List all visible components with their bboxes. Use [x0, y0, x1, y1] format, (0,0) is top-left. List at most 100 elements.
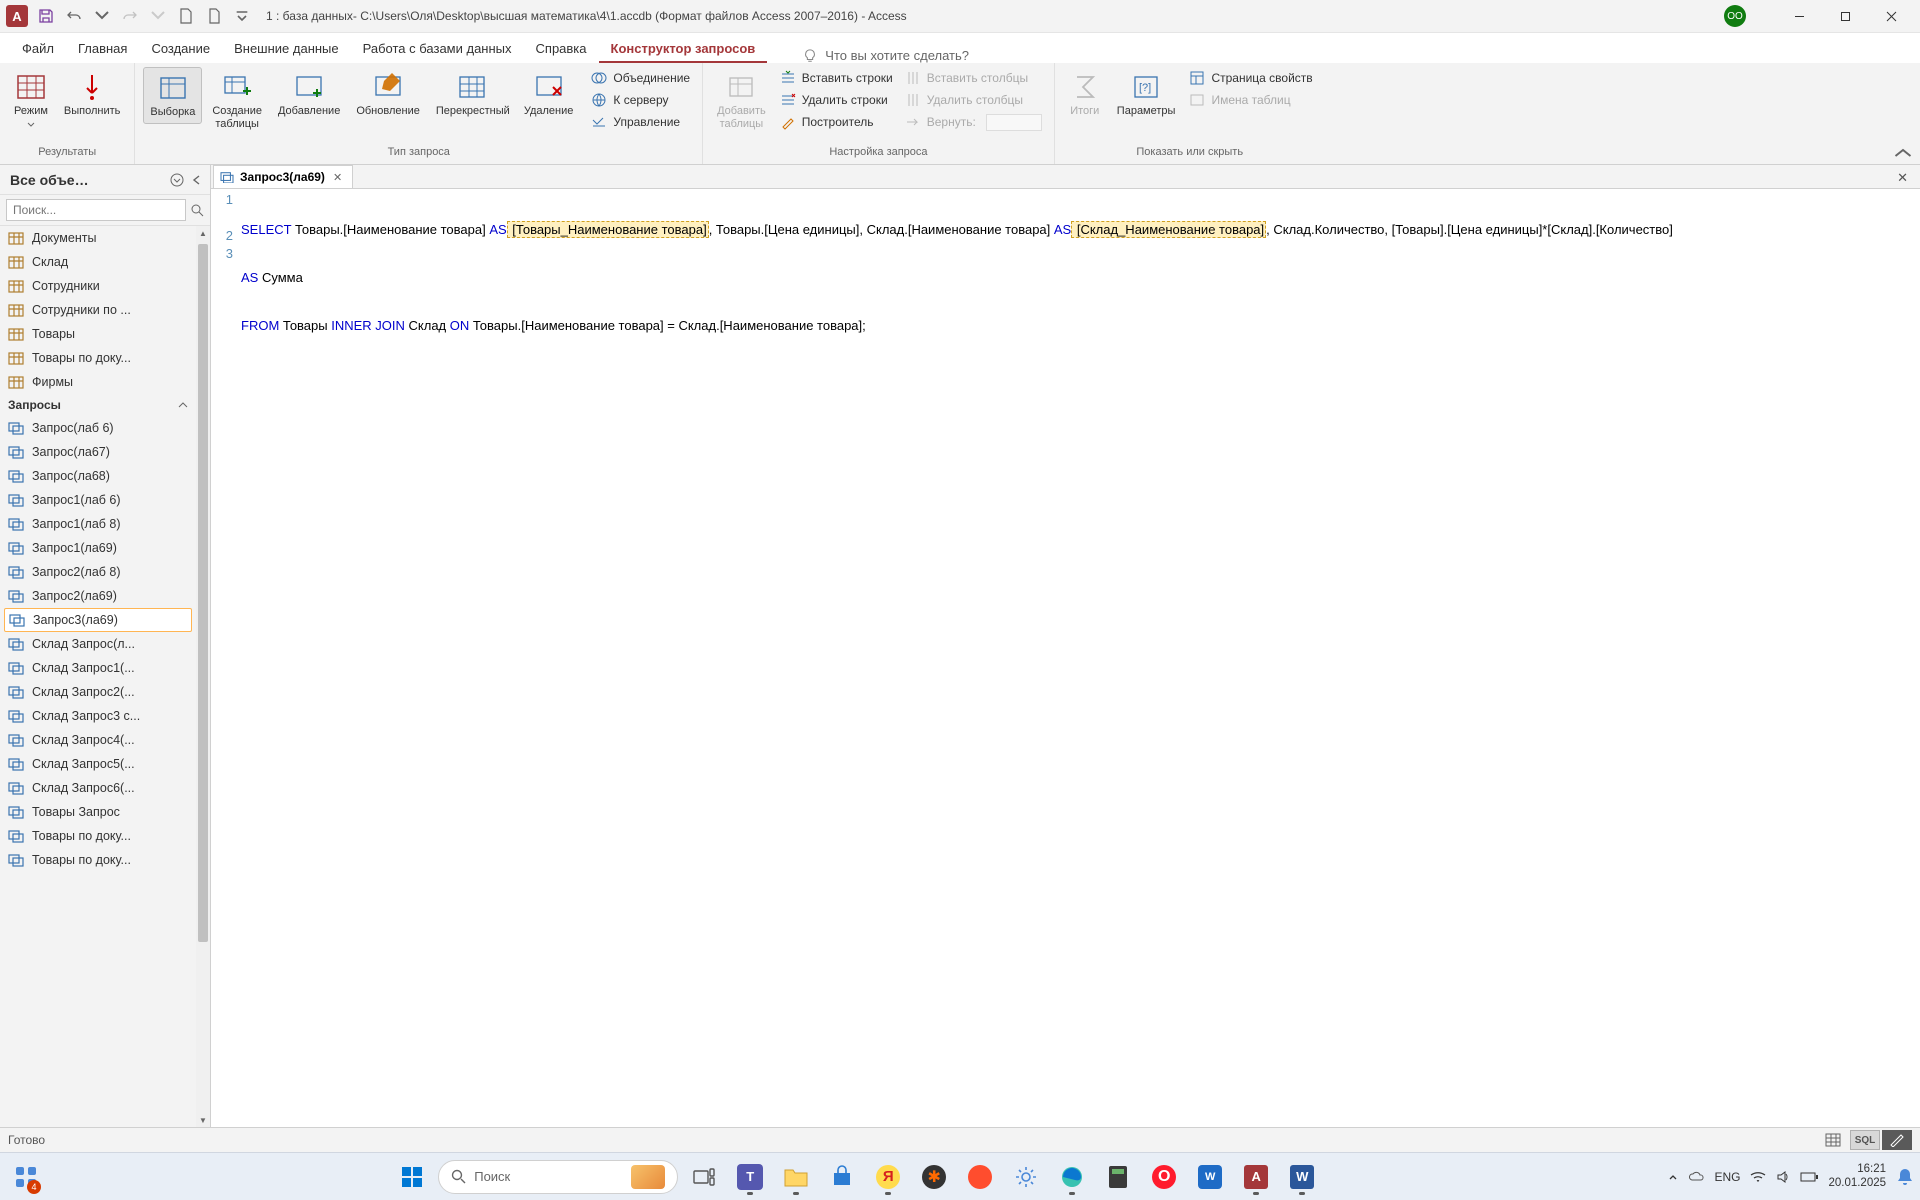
design-view-button[interactable] — [1882, 1130, 1912, 1150]
tb-app1[interactable]: ✱ — [914, 1157, 954, 1197]
nav-query-item[interactable]: Склад Запрос5(... — [0, 752, 196, 776]
qat-doc-icon[interactable] — [172, 2, 200, 30]
sql-editor[interactable]: 123 SELECT Товары.[Наименование товара] … — [211, 189, 1920, 1127]
search-icon[interactable] — [190, 203, 204, 217]
nav-query-item[interactable]: Склад Запрос3 с... — [0, 704, 196, 728]
nav-query-item[interactable]: Запрос1(ла69) — [0, 536, 196, 560]
taskbar-search[interactable]: Поиск — [438, 1160, 678, 1194]
close-button[interactable] — [1868, 1, 1914, 31]
start-button[interactable] — [392, 1157, 432, 1197]
delete-button[interactable]: Удаление — [518, 67, 580, 122]
tb-word[interactable]: W — [1282, 1157, 1322, 1197]
tb-store[interactable] — [822, 1157, 862, 1197]
nav-table-item[interactable]: Документы — [0, 226, 196, 250]
crosstab-button[interactable]: Перекрестный — [430, 67, 514, 122]
maketable-button[interactable]: Создание таблицы — [206, 67, 268, 135]
nav-query-item[interactable]: Склад Запрос1(... — [0, 656, 196, 680]
redo-icon[interactable] — [116, 2, 144, 30]
qat-page-icon[interactable] — [200, 2, 228, 30]
scroll-up-icon[interactable]: ▲ — [196, 226, 210, 240]
union-button[interactable]: Объединение — [587, 67, 694, 89]
nav-table-item[interactable]: Товары — [0, 322, 196, 346]
nav-scrollbar[interactable]: ▲ ▼ — [196, 226, 210, 1127]
nav-query-item[interactable]: Запрос2(ла69) — [0, 584, 196, 608]
tab-home[interactable]: Главная — [66, 35, 139, 63]
tb-teams[interactable]: T — [730, 1157, 770, 1197]
save-icon[interactable] — [32, 2, 60, 30]
nav-query-item[interactable]: Товары по доку... — [0, 824, 196, 848]
datasheet-view-button[interactable] — [1818, 1130, 1848, 1150]
nav-query-item[interactable]: Склад Запрос4(... — [0, 728, 196, 752]
nav-query-item[interactable]: Склад Запрос(л... — [0, 632, 196, 656]
tab-help[interactable]: Справка — [524, 35, 599, 63]
tray-chevron-icon[interactable] — [1668, 1172, 1678, 1182]
user-avatar[interactable]: ОО — [1724, 5, 1746, 27]
shutter-icon[interactable] — [190, 173, 204, 187]
minimize-button[interactable] — [1776, 1, 1822, 31]
wifi-icon[interactable] — [1750, 1170, 1766, 1184]
nav-table-item[interactable]: Фирмы — [0, 370, 196, 394]
collapse-ribbon-icon[interactable] — [1894, 146, 1912, 160]
nav-query-item[interactable]: Товары Запрос — [0, 800, 196, 824]
undo-icon[interactable] — [60, 2, 88, 30]
nav-table-item[interactable]: Товары по доку... — [0, 346, 196, 370]
tell-me-search[interactable]: Что вы хотите сделать? — [803, 48, 969, 63]
redo-more-icon[interactable] — [144, 2, 172, 30]
tb-opera[interactable]: O — [1144, 1157, 1184, 1197]
tab-create[interactable]: Создание — [139, 35, 222, 63]
taskview-button[interactable] — [684, 1157, 724, 1197]
passthrough-button[interactable]: К серверу — [587, 89, 694, 111]
nav-query-item[interactable]: Запрос(ла68) — [0, 464, 196, 488]
close-all-icon[interactable]: ✕ — [1891, 168, 1914, 188]
sql-view-button[interactable]: SQL — [1850, 1130, 1880, 1150]
run-button[interactable]: Выполнить — [58, 67, 126, 122]
language-indicator[interactable]: ENG — [1714, 1170, 1740, 1184]
nav-query-item[interactable]: Склад Запрос2(... — [0, 680, 196, 704]
tab-dbtools[interactable]: Работа с базами данных — [351, 35, 524, 63]
volume-icon[interactable] — [1776, 1170, 1790, 1184]
select-query-button[interactable]: Выборка — [143, 67, 202, 124]
tb-calc[interactable] — [1098, 1157, 1138, 1197]
nav-group-queries[interactable]: Запросы — [0, 394, 196, 416]
tb-pdf[interactable]: W — [1190, 1157, 1230, 1197]
dropdown-icon[interactable] — [170, 173, 184, 187]
params-button[interactable]: [?]Параметры — [1111, 67, 1182, 122]
nav-query-item[interactable]: Запрос1(лаб 6) — [0, 488, 196, 512]
delete-rows-button[interactable]: Удалить строки — [776, 89, 897, 111]
battery-icon[interactable] — [1800, 1171, 1818, 1183]
nav-query-item[interactable]: Склад Запрос6(... — [0, 776, 196, 800]
tb-settings[interactable] — [1006, 1157, 1046, 1197]
nav-query-item[interactable]: Запрос(ла67) — [0, 440, 196, 464]
tab-query-design[interactable]: Конструктор запросов — [599, 35, 768, 63]
tb-edge[interactable] — [1052, 1157, 1092, 1197]
append-button[interactable]: Добавление — [272, 67, 346, 122]
tb-explorer[interactable] — [776, 1157, 816, 1197]
clock[interactable]: 16:2120.01.2025 — [1828, 1163, 1886, 1191]
nav-table-item[interactable]: Сотрудники по ... — [0, 298, 196, 322]
sql-code[interactable]: SELECT Товары.[Наименование товара] AS [… — [241, 189, 1920, 1127]
tab-file[interactable]: Файл — [10, 35, 66, 63]
builder-button[interactable]: Построитель — [776, 111, 897, 133]
view-button[interactable]: Режим — [8, 67, 54, 135]
scroll-down-icon[interactable]: ▼ — [196, 1113, 210, 1127]
nav-table-item[interactable]: Сотрудники — [0, 274, 196, 298]
navpane-header[interactable]: Все объе… — [0, 165, 210, 195]
document-tab[interactable]: Запрос3(ла69) ✕ — [213, 165, 353, 188]
insert-rows-button[interactable]: Вставить строки — [776, 67, 897, 89]
tb-access[interactable]: A — [1236, 1157, 1276, 1197]
tb-app2[interactable] — [960, 1157, 1000, 1197]
tab-external[interactable]: Внешние данные — [222, 35, 351, 63]
nav-query-item[interactable]: Запрос(лаб 6) — [0, 416, 196, 440]
tb-yandex[interactable]: Я — [868, 1157, 908, 1197]
widgets-button[interactable]: 4 — [6, 1157, 46, 1197]
nav-query-item[interactable]: Запрос1(лаб 8) — [0, 512, 196, 536]
undo-more-icon[interactable] — [88, 2, 116, 30]
tab-close-icon[interactable]: ✕ — [331, 171, 344, 184]
nav-query-item[interactable]: Запрос2(лаб 8) — [0, 560, 196, 584]
nav-query-item[interactable]: Запрос3(ла69) — [4, 608, 192, 632]
propsheet-button[interactable]: Страница свойств — [1185, 67, 1316, 89]
nav-query-item[interactable]: Товары по доку... — [0, 848, 196, 872]
search-input[interactable] — [6, 199, 186, 221]
maximize-button[interactable] — [1822, 1, 1868, 31]
notifications-icon[interactable] — [1896, 1167, 1914, 1187]
